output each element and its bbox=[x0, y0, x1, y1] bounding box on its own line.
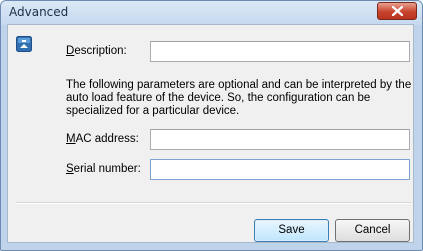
close-x-icon bbox=[392, 6, 403, 16]
description-label: Description: bbox=[66, 45, 127, 57]
description-input[interactable] bbox=[150, 41, 410, 62]
optional-params-note: The following parameters are optional an… bbox=[66, 79, 412, 117]
mac-address-input[interactable] bbox=[150, 129, 410, 150]
serial-number-label: Serial number: bbox=[66, 163, 141, 175]
close-button[interactable] bbox=[377, 2, 417, 20]
separator-line bbox=[16, 202, 411, 204]
mac-address-label: MAC address: bbox=[66, 133, 139, 145]
cancel-button[interactable]: Cancel bbox=[335, 219, 410, 242]
title-bar[interactable]: Advanced bbox=[1, 1, 422, 25]
save-button[interactable]: Save bbox=[254, 219, 329, 242]
serial-number-input[interactable] bbox=[150, 159, 410, 180]
info-icon bbox=[16, 36, 32, 52]
dialog-title: Advanced bbox=[9, 5, 69, 19]
